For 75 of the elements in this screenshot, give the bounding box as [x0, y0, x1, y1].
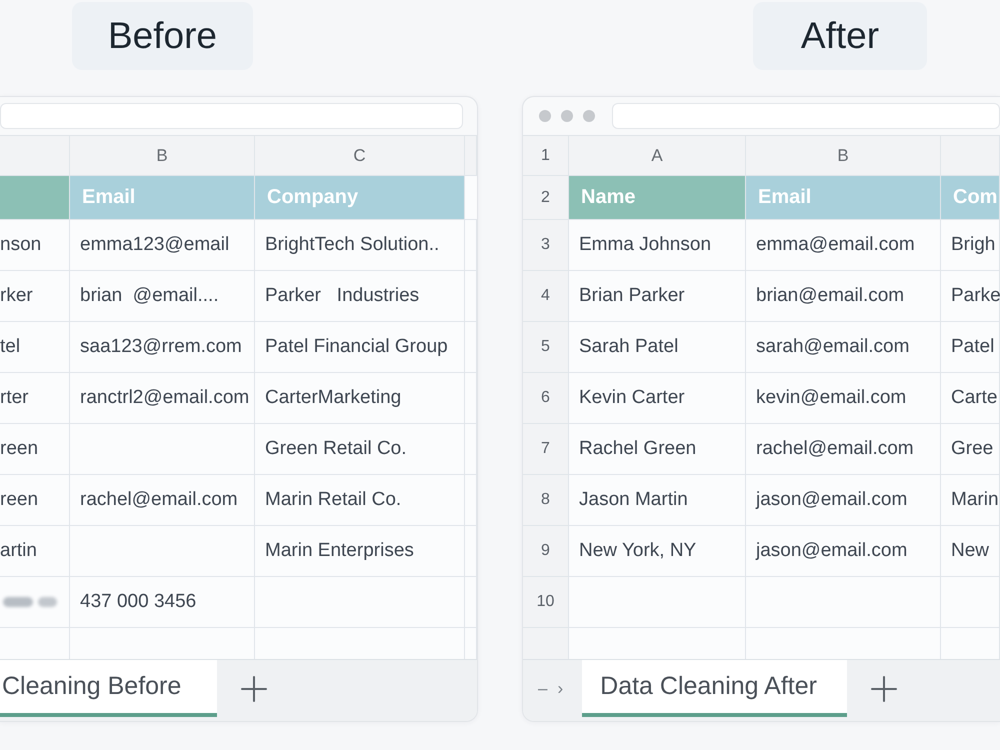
column-header: C [255, 136, 465, 176]
panel-title: Before [72, 2, 254, 70]
table-cell: ranctrl2@email.com [70, 373, 255, 424]
table-cell: Marin [941, 475, 1000, 526]
window-dot-icon[interactable] [539, 110, 551, 122]
table-cell: New [941, 526, 1000, 577]
row-header: 9 [523, 526, 569, 577]
table-cell: Carte [941, 373, 1000, 424]
table-cell: Gree [941, 424, 1000, 475]
row-header: 7 [523, 424, 569, 475]
address-field[interactable] [612, 103, 1000, 129]
add-sheet-button[interactable] [870, 676, 897, 702]
table-cell: rachel@email.com [70, 475, 255, 526]
table-cell: Parke [941, 271, 1000, 322]
header-cell: Name [569, 176, 746, 220]
table-cell: emma123@email [70, 220, 255, 271]
table-cell: Marin Retail Co. [255, 475, 465, 526]
table-cell: reen [0, 424, 70, 475]
table-cell: Brian Parker [569, 271, 746, 322]
header-cell: Company [255, 176, 465, 220]
table-cell: rter [0, 373, 70, 424]
table-cell: Green Retail Co. [255, 424, 465, 475]
row-header: 4 [523, 271, 569, 322]
table-cell: 437 000 3456 [70, 577, 255, 628]
column-header: A [569, 136, 746, 176]
table-cell: Emma Johnson [569, 220, 746, 271]
table-cell: jason@email.com [746, 526, 941, 577]
table-cell: Marin Enterprises [255, 526, 465, 577]
row-header: 5 [523, 322, 569, 373]
header-cell: Com [941, 176, 1000, 220]
add-sheet-button[interactable] [241, 676, 268, 702]
table-cell: Rachel Green [569, 424, 746, 475]
table-cell: CarterMarketing [255, 373, 465, 424]
column-header: B [746, 136, 941, 176]
table-cell: Patel [941, 322, 1000, 373]
table-cell: brian @email.... [70, 271, 255, 322]
panel-title: After [753, 2, 927, 70]
table-cell: emma@email.com [746, 220, 941, 271]
plus-icon [870, 676, 897, 702]
row-header: 6 [523, 373, 569, 424]
table-cell: kevin@email.com [746, 373, 941, 424]
table-cell: Patel Financial Group [255, 322, 465, 373]
table-cell: Kevin Carter [569, 373, 746, 424]
row-header: 3 [523, 220, 569, 271]
sheet-nav-button[interactable]: – [533, 678, 552, 698]
table-cell: rker [0, 271, 70, 322]
table-cell: tel [0, 322, 70, 373]
table-cell: sarah@email.com [746, 322, 941, 373]
sheet-tab[interactable]: Cleaning Before [0, 660, 218, 717]
table-cell: brian@email.com [746, 271, 941, 322]
table-cell: New York, NY [569, 526, 746, 577]
table-cell: saa123@rrem.com [70, 322, 255, 373]
row-header: 1 [523, 136, 569, 176]
table-cell: Jason Martin [569, 475, 746, 526]
table-cell: Parker Industries [255, 271, 465, 322]
table-cell: nson [0, 220, 70, 271]
table-cell: jason@email.com [746, 475, 941, 526]
row-header: 2 [523, 176, 569, 220]
table-cell: reen [0, 475, 70, 526]
table-cell: BrightTech Solution.. [255, 220, 465, 271]
header-cell: Email [70, 176, 255, 220]
window-dot-icon[interactable] [561, 110, 573, 122]
row-header: 10 [523, 577, 569, 628]
table-cell: rachel@email.com [746, 424, 941, 475]
row-header: 8 [523, 475, 569, 526]
window-dot-icon[interactable] [583, 110, 595, 122]
sheet-nav-button[interactable]: › [552, 678, 568, 698]
plus-icon [241, 676, 268, 702]
table-cell: Sarah Patel [569, 322, 746, 373]
table-cell: Brigh [941, 220, 1000, 271]
table-cell: artin [0, 526, 70, 577]
column-header: B [70, 136, 255, 176]
sheet-tab[interactable]: Data Cleaning After [582, 660, 847, 717]
address-field[interactable] [0, 103, 463, 129]
header-cell: Email [746, 176, 941, 220]
